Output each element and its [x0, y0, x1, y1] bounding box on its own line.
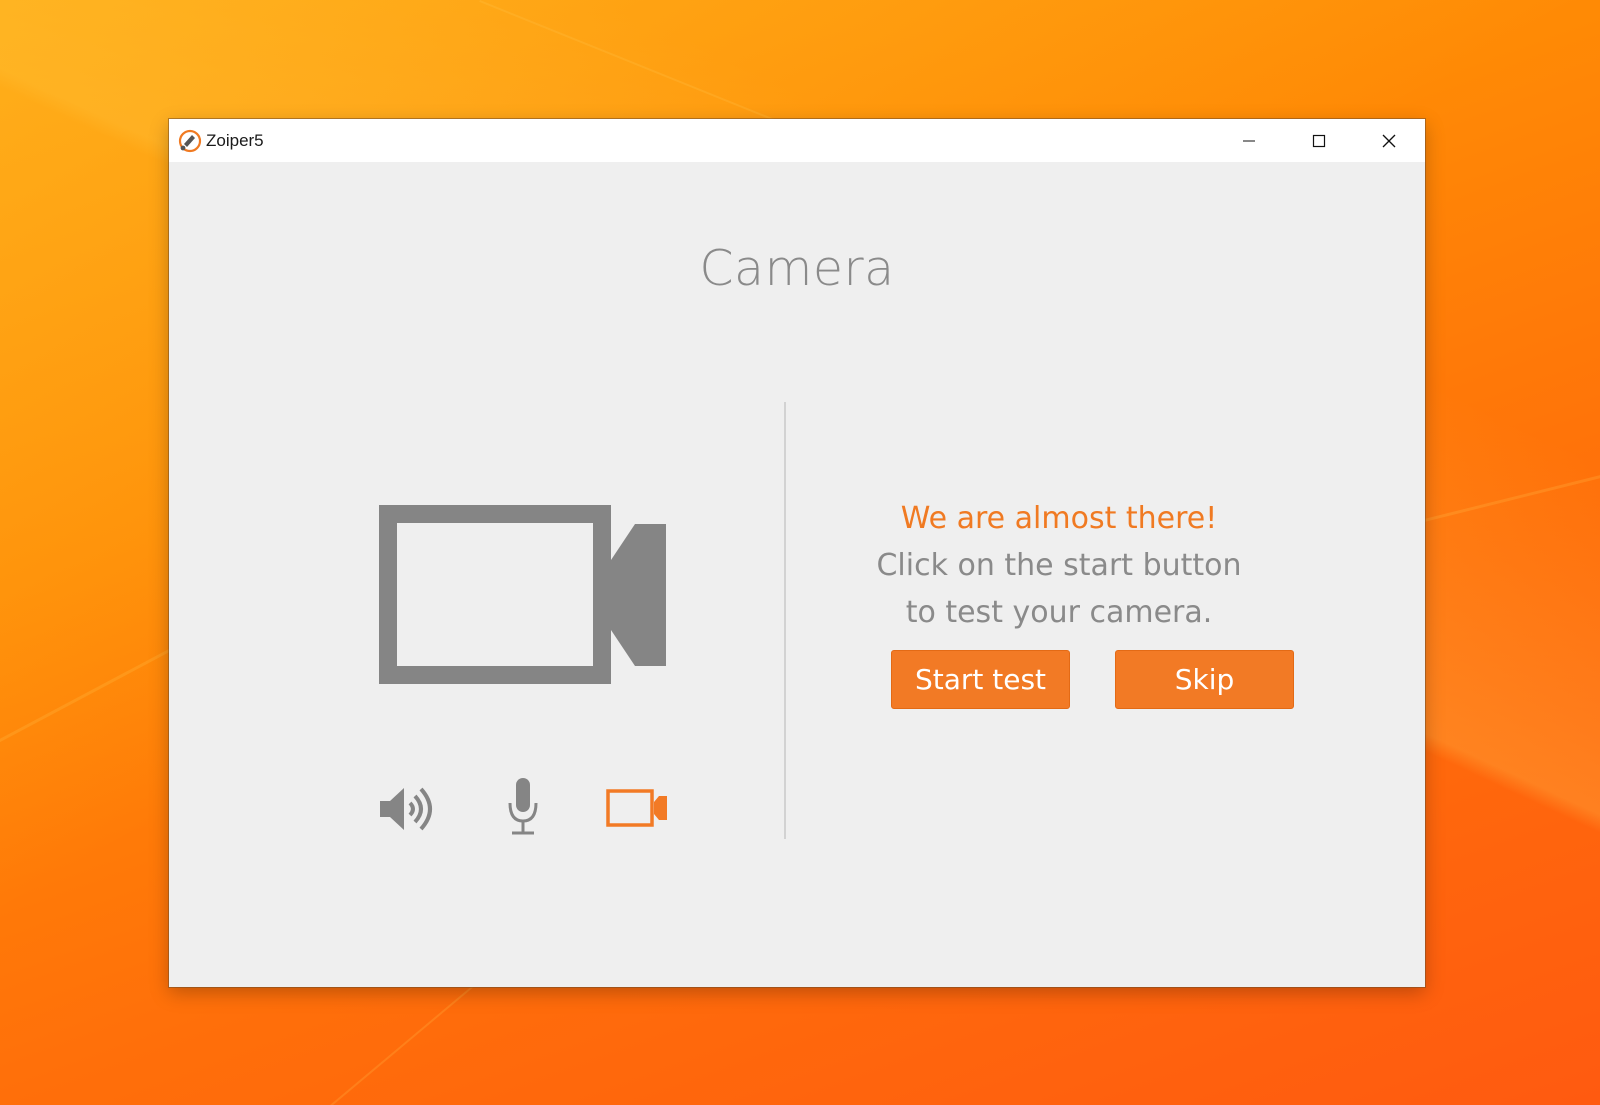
page-title: Camera [699, 240, 895, 297]
speaker-icon[interactable] [378, 784, 440, 834]
close-icon [1382, 134, 1396, 147]
close-button[interactable] [1355, 119, 1423, 162]
app-window: Zoiper5 Camera We are almost there! Clic… [169, 119, 1425, 987]
message-line-2: to test your camera. [905, 595, 1213, 630]
microphone-icon[interactable] [506, 777, 540, 835]
minimize-icon [1243, 140, 1255, 141]
desktop-background: Zoiper5 Camera We are almost there! Clic… [0, 0, 1600, 1105]
camera-step-icon[interactable] [606, 789, 668, 827]
title-bar[interactable]: Zoiper5 [169, 119, 1425, 162]
message-headline: We are almost there! [900, 501, 1218, 536]
maximize-button[interactable] [1285, 119, 1353, 162]
window-title: Zoiper5 [206, 131, 264, 150]
zoiper-logo-icon [178, 129, 202, 153]
camera-illustration-icon [379, 505, 666, 684]
vertical-divider [784, 402, 786, 839]
skip-button[interactable]: Skip [1115, 650, 1294, 709]
message-line-1: Click on the start button [876, 548, 1242, 583]
start-test-button[interactable]: Start test [891, 650, 1070, 709]
minimize-button[interactable] [1215, 119, 1283, 162]
instruction-message: We are almost there! Click on the start … [859, 495, 1259, 636]
wallpaper-streak [1420, 457, 1600, 523]
maximize-icon [1312, 134, 1326, 147]
